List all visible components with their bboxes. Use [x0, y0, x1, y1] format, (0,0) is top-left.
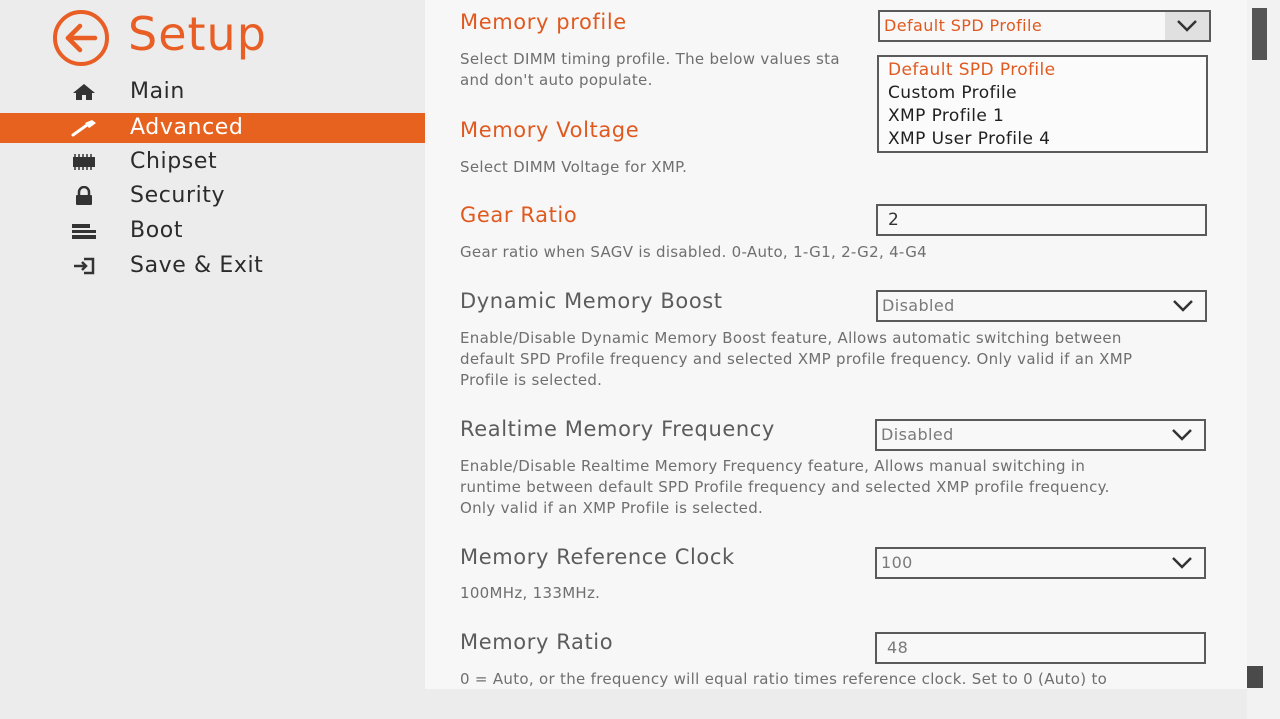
memory-profile-options-list: Default SPD Profile Custom Profile XMP P… — [877, 55, 1208, 153]
setting-desc-gear-ratio: Gear ratio when SAGV is disabled. 0-Auto… — [460, 243, 927, 261]
desc-line: Enable/Disable Realtime Memory Frequency… — [460, 457, 1086, 475]
dropdown-value: Default SPD Profile — [884, 16, 1043, 35]
sidebar-item-chipset[interactable]: Chipset — [0, 147, 425, 177]
sidebar-item-main[interactable]: Main — [0, 77, 425, 107]
setting-title-memory-reference-clock: Memory Reference Clock — [460, 545, 735, 569]
chevron-down-icon — [1161, 292, 1205, 320]
settings-panel: Memory profile Select DIMM timing profil… — [425, 0, 1247, 719]
exit-icon — [70, 257, 98, 275]
setting-desc-memory-voltage: Select DIMM Voltage for XMP. — [460, 158, 688, 176]
gear-ratio-input[interactable]: 2 — [876, 204, 1207, 236]
lock-icon — [70, 186, 98, 205]
sidebar-item-boot[interactable]: Boot — [0, 216, 425, 246]
setting-title-realtime-memory-frequency: Realtime Memory Frequency — [460, 417, 775, 441]
desc-line: Only valid if an XMP Profile is selected… — [460, 499, 764, 517]
chip-icon — [70, 153, 98, 171]
desc-line: Profile is selected. — [460, 371, 603, 389]
sidebar-item-advanced[interactable]: Advanced — [0, 113, 425, 143]
sidebar-item-save-exit[interactable]: Save & Exit — [0, 251, 425, 281]
setting-title-gear-ratio: Gear Ratio — [460, 203, 578, 227]
drive-icon — [70, 222, 98, 240]
dropdown-option[interactable]: XMP User Profile 4 — [888, 128, 1206, 151]
memory-reference-clock-dropdown[interactable]: 100 — [875, 547, 1206, 579]
desc-line: default SPD Profile frequency and select… — [460, 350, 1133, 368]
bottom-strip — [425, 689, 1280, 719]
setting-title-memory-profile: Memory profile — [460, 10, 627, 34]
sidebar-item-security[interactable]: Security — [0, 181, 425, 211]
back-button[interactable] — [52, 9, 110, 67]
setting-desc-dynamic-memory-boost: Enable/Disable Dynamic Memory Boost feat… — [460, 328, 1210, 391]
sidebar-item-label: Save & Exit — [130, 253, 264, 278]
bios-setup-screen: Setup Main Advanced Chipset Security Boo… — [0, 0, 1280, 719]
back-arrow-icon — [53, 10, 109, 66]
input-value: 48 — [887, 638, 909, 657]
sidebar-item-label: Chipset — [130, 149, 218, 174]
sidebar-item-label: Security — [130, 183, 226, 208]
scrollbar-end-marker — [1247, 666, 1263, 688]
wrench-icon — [70, 119, 98, 137]
sidebar: Setup Main Advanced Chipset Security Boo… — [0, 0, 425, 719]
setting-title-dynamic-memory-boost: Dynamic Memory Boost — [460, 289, 723, 313]
chevron-down-icon — [1160, 549, 1204, 577]
memory-profile-dropdown[interactable]: Default SPD Profile — [878, 10, 1211, 42]
scrollbar-track[interactable] — [1247, 0, 1280, 719]
home-icon — [70, 83, 98, 101]
sidebar-item-label: Main — [130, 79, 185, 104]
page-title: Setup — [128, 7, 267, 61]
dropdown-option[interactable]: Default SPD Profile — [888, 59, 1206, 82]
scrollbar-thumb[interactable] — [1252, 8, 1267, 60]
chevron-down-icon — [1165, 12, 1209, 40]
setting-desc-memory-reference-clock: 100MHz, 133MHz. — [460, 584, 601, 602]
chevron-down-icon — [1160, 421, 1204, 449]
dropdown-value: 100 — [881, 553, 913, 572]
dropdown-value: Disabled — [882, 296, 955, 315]
realtime-memory-frequency-dropdown[interactable]: Disabled — [875, 419, 1206, 451]
dynamic-memory-boost-dropdown[interactable]: Disabled — [876, 290, 1207, 322]
desc-line: runtime between default SPD Profile freq… — [460, 478, 1110, 496]
input-value: 2 — [888, 210, 900, 230]
dropdown-option[interactable]: XMP Profile 1 — [888, 105, 1206, 128]
setting-title-memory-ratio: Memory Ratio — [460, 630, 614, 654]
setting-title-memory-voltage: Memory Voltage — [460, 118, 640, 142]
setting-desc-realtime-memory-frequency: Enable/Disable Realtime Memory Frequency… — [460, 456, 1210, 519]
memory-ratio-input[interactable]: 48 — [875, 632, 1206, 664]
setting-desc-memory-ratio: 0 = Auto, or the frequency will equal ra… — [460, 670, 1108, 688]
dropdown-option[interactable]: Custom Profile — [888, 82, 1206, 105]
dropdown-value: Disabled — [881, 425, 954, 444]
sidebar-item-label: Advanced — [130, 115, 244, 140]
sidebar-item-label: Boot — [130, 218, 184, 243]
desc-line: Enable/Disable Dynamic Memory Boost feat… — [460, 329, 1122, 347]
